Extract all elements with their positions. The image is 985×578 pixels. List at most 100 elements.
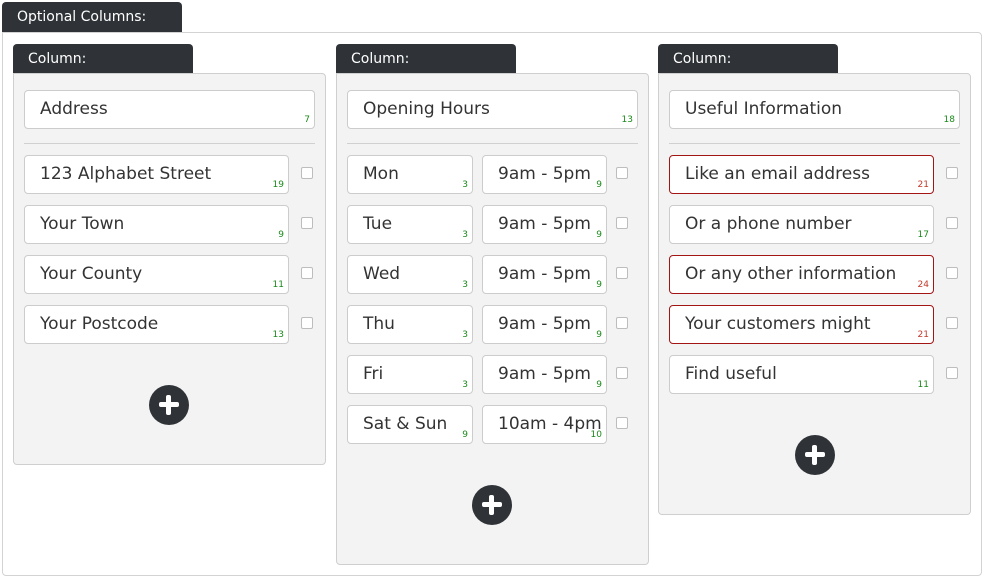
row-input[interactable]: Your County 11: [24, 255, 289, 294]
day-input[interactable]: Fri 3: [347, 355, 473, 394]
checkbox-icon[interactable]: [301, 217, 313, 229]
char-count: 13: [621, 115, 633, 125]
char-count: 17: [917, 230, 929, 240]
field-value: 9am - 5pm: [498, 314, 591, 334]
field-value: 9am - 5pm: [498, 214, 591, 234]
row-input[interactable]: Like an email address 21: [669, 155, 934, 194]
row-input[interactable]: Find useful 11: [669, 355, 934, 394]
column-1-tab: Column:: [13, 44, 193, 75]
field-value: Or any other information: [685, 264, 897, 284]
char-count: 9: [596, 280, 602, 290]
field-value: Fri: [363, 364, 384, 384]
day-input[interactable]: Thu 3: [347, 305, 473, 344]
field-value: 10am - 4pm: [498, 414, 602, 434]
plus-circle-icon[interactable]: [149, 385, 189, 425]
row-input[interactable]: Or a phone number 17: [669, 205, 934, 244]
day-input[interactable]: Sat & Sun 9: [347, 405, 473, 444]
column-3-tab: Column:: [658, 44, 838, 75]
char-count: 9: [596, 180, 602, 190]
char-count: 11: [917, 380, 929, 390]
hours-input[interactable]: 9am - 5pm 9: [482, 255, 607, 294]
field-value: Your County: [40, 264, 143, 284]
char-count: 9: [596, 330, 602, 340]
field-value: Thu: [363, 314, 395, 334]
optional-columns-tab: Optional Columns:: [2, 2, 182, 33]
field-value: Mon: [363, 164, 399, 184]
column-title-input[interactable]: Address 7: [24, 90, 315, 129]
checkbox-icon[interactable]: [616, 317, 628, 329]
optional-columns-label: Optional Columns:: [17, 9, 147, 25]
column-1-panel: Address 7 123 Alphabet Street 19 Your To…: [13, 73, 326, 465]
plus-circle-icon[interactable]: [795, 435, 835, 475]
field-value: Sat & Sun: [363, 414, 448, 434]
char-count: 3: [462, 230, 468, 240]
hours-input[interactable]: 9am - 5pm 9: [482, 205, 607, 244]
column-title-input[interactable]: Useful Information 18: [669, 90, 960, 129]
field-value: Useful Information: [685, 99, 843, 119]
char-count: 21: [917, 180, 929, 190]
hours-input[interactable]: 9am - 5pm 9: [482, 305, 607, 344]
checkbox-icon[interactable]: [301, 267, 313, 279]
field-value: 9am - 5pm: [498, 364, 591, 384]
char-count: 18: [943, 115, 955, 125]
field-value: 123 Alphabet Street: [40, 164, 212, 184]
divider: [347, 143, 638, 144]
char-count: 9: [596, 230, 602, 240]
divider: [24, 143, 315, 144]
checkbox-icon[interactable]: [946, 367, 958, 379]
checkbox-icon[interactable]: [616, 417, 628, 429]
checkbox-icon[interactable]: [946, 217, 958, 229]
column-label: Column:: [351, 51, 410, 67]
field-value: Your Postcode: [40, 314, 159, 334]
row-input[interactable]: Your Postcode 13: [24, 305, 289, 344]
char-count: 9: [596, 380, 602, 390]
checkbox-icon[interactable]: [946, 267, 958, 279]
checkbox-icon[interactable]: [946, 317, 958, 329]
field-value: Opening Hours: [363, 99, 490, 119]
row-input[interactable]: 123 Alphabet Street 19: [24, 155, 289, 194]
char-count: 21: [917, 330, 929, 340]
field-value: 9am - 5pm: [498, 164, 591, 184]
char-count: 19: [272, 180, 284, 190]
checkbox-icon[interactable]: [616, 367, 628, 379]
column-2-panel: Opening Hours 13 Mon 3 9am - 5pm 9 Tue 3…: [336, 73, 649, 565]
char-count: 3: [462, 180, 468, 190]
field-value: Wed: [363, 264, 401, 284]
column-title-input[interactable]: Opening Hours 13: [347, 90, 638, 129]
field-value: Your customers might: [685, 314, 871, 334]
field-value: Find useful: [685, 364, 777, 384]
hours-input[interactable]: 9am - 5pm 9: [482, 155, 607, 194]
checkbox-icon[interactable]: [616, 267, 628, 279]
char-count: 3: [462, 330, 468, 340]
row-input[interactable]: Your customers might 21: [669, 305, 934, 344]
column-3-panel: Useful Information 18 Like an email addr…: [658, 73, 971, 515]
hours-input[interactable]: 9am - 5pm 9: [482, 355, 607, 394]
char-count: 9: [462, 430, 468, 440]
field-value: Or a phone number: [685, 214, 852, 234]
char-count: 24: [917, 280, 929, 290]
column-2-tab: Column:: [336, 44, 516, 75]
field-value: Like an email address: [685, 164, 870, 184]
checkbox-icon[interactable]: [616, 217, 628, 229]
plus-circle-icon[interactable]: [472, 485, 512, 525]
day-input[interactable]: Mon 3: [347, 155, 473, 194]
row-input[interactable]: Or any other information 24: [669, 255, 934, 294]
column-label: Column:: [673, 51, 732, 67]
char-count: 13: [272, 330, 284, 340]
day-input[interactable]: Wed 3: [347, 255, 473, 294]
char-count: 3: [462, 380, 468, 390]
char-count: 9: [278, 230, 284, 240]
checkbox-icon[interactable]: [616, 167, 628, 179]
char-count: 11: [272, 280, 284, 290]
field-value: Tue: [363, 214, 393, 234]
hours-input[interactable]: 10am - 4pm 10: [482, 405, 607, 444]
row-input[interactable]: Your Town 9: [24, 205, 289, 244]
field-value: 9am - 5pm: [498, 264, 591, 284]
checkbox-icon[interactable]: [301, 317, 313, 329]
day-input[interactable]: Tue 3: [347, 205, 473, 244]
checkbox-icon[interactable]: [301, 167, 313, 179]
char-count: 7: [304, 115, 310, 125]
field-value: Your Town: [40, 214, 125, 234]
checkbox-icon[interactable]: [946, 167, 958, 179]
char-count: 3: [462, 280, 468, 290]
